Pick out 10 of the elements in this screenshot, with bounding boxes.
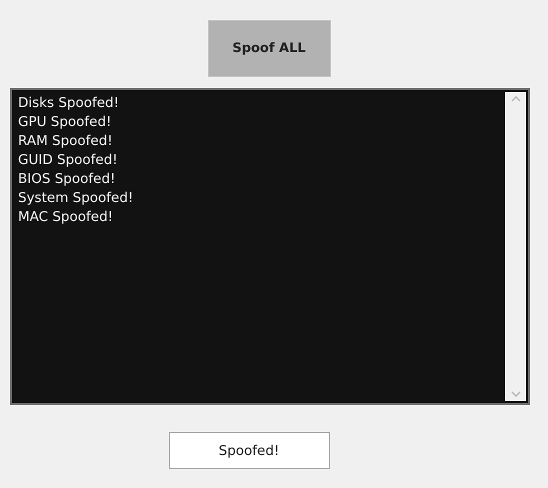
log-line: RAM Spoofed! [18, 132, 114, 151]
log-line: BIOS Spoofed! [18, 170, 116, 189]
scrollbar[interactable] [505, 92, 526, 401]
log-line: GPU Spoofed! [18, 113, 112, 132]
log-line: Disks Spoofed! [18, 94, 120, 113]
status-field[interactable]: Spoofed! [168, 432, 330, 469]
log-line: GUID Spoofed! [18, 151, 119, 170]
log-line: MAC Spoofed! [18, 208, 114, 227]
spoof-all-button[interactable]: Spoof ALL [208, 20, 330, 77]
log-line: System Spoofed! [18, 189, 134, 208]
